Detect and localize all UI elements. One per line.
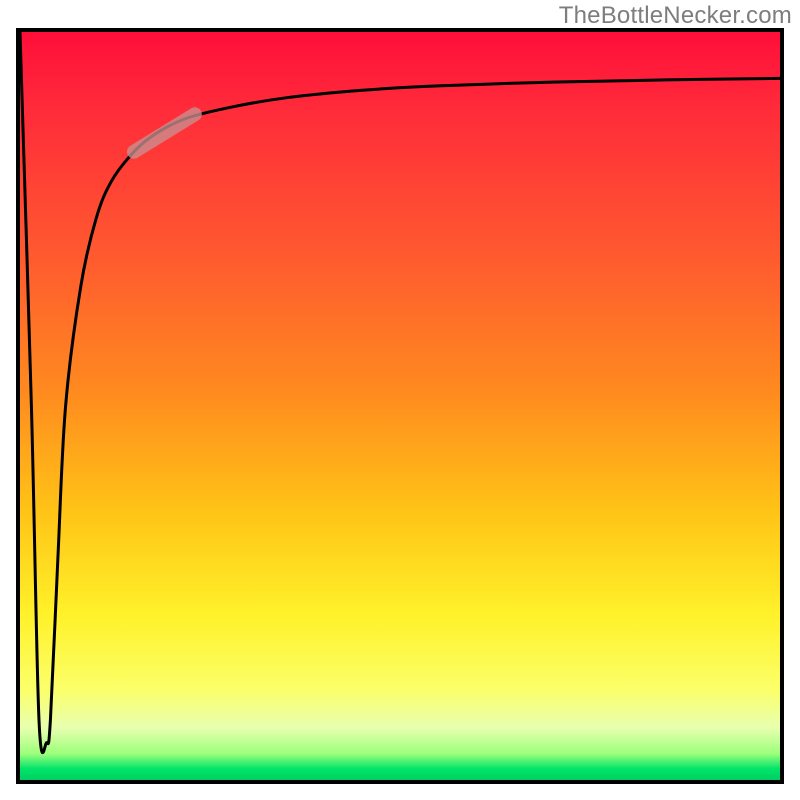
chart-svg xyxy=(20,32,780,780)
bottleneck-curve xyxy=(20,32,780,753)
highlight-marker xyxy=(134,114,195,151)
chart-frame: TheBottleNecker.com xyxy=(0,0,800,800)
plot-area xyxy=(20,32,780,780)
attribution-label: TheBottleNecker.com xyxy=(559,2,792,30)
